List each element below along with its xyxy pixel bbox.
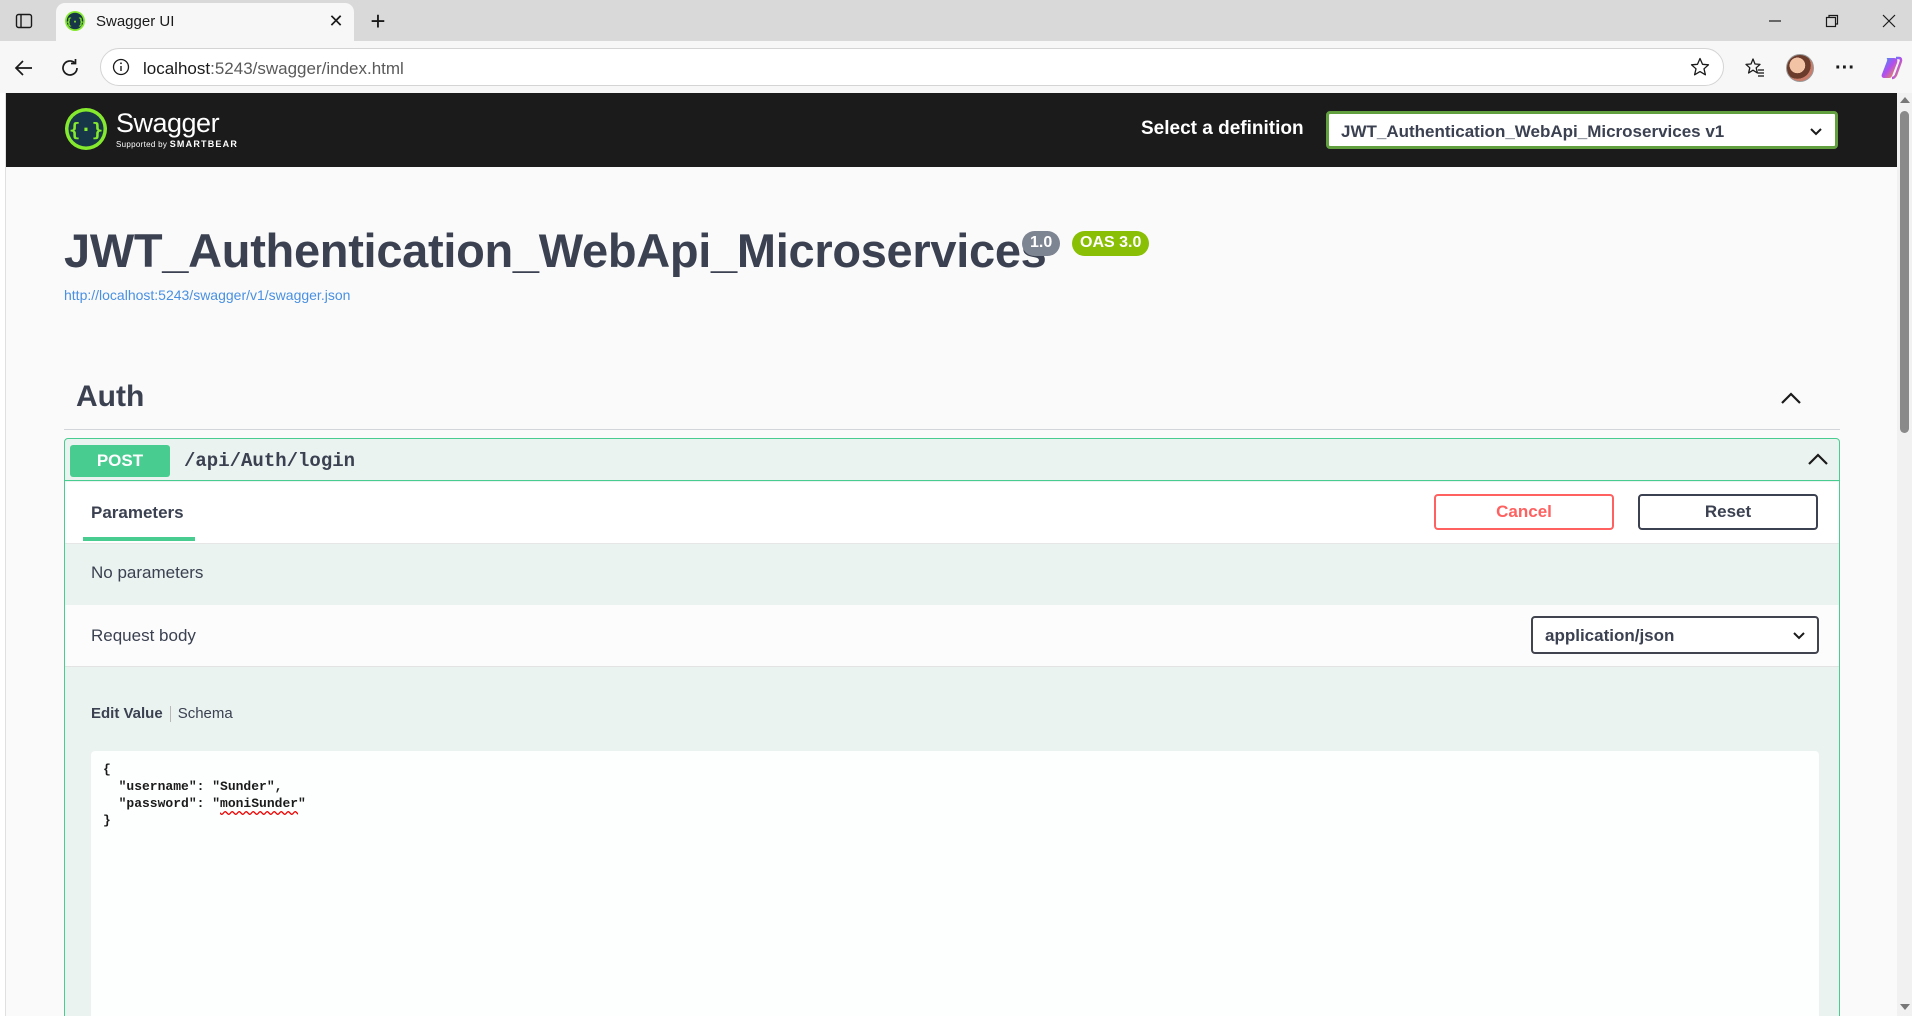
version-badge: 1.0 [1022, 231, 1061, 256]
body-line-open: { [103, 762, 111, 777]
svg-text:{·}: {·} [69, 119, 103, 141]
swagger-logo-sub: Supported by SMARTBEAR [116, 138, 239, 149]
url-bar[interactable]: localhost:5243/swagger/index.html [100, 48, 1724, 86]
request-body-editor[interactable]: { "username": "Sunder", "password": "mon… [91, 751, 1819, 1016]
swagger-logo[interactable]: {·} Swagger Supported by SMARTBEAR [64, 107, 238, 151]
more-options-icon[interactable]: ··· [1830, 53, 1860, 83]
chevron-up-icon[interactable] [1805, 447, 1831, 473]
definition-select-value: JWT_Authentication_WebApi_Microservices … [1341, 122, 1725, 141]
method-badge: POST [70, 445, 170, 477]
swagger-logo-name: Swagger [116, 107, 220, 138]
operation-path: /api/Auth/login [184, 450, 356, 472]
svg-text:{·}: {·} [66, 17, 84, 28]
minimize-icon[interactable] [1762, 8, 1788, 34]
chevron-down-icon [1791, 627, 1807, 643]
swagger-logo-icon: {·} [64, 107, 108, 151]
favorite-star-icon[interactable] [1689, 56, 1711, 78]
tab-active-indicator [83, 537, 195, 541]
content-type-value: application/json [1545, 626, 1675, 645]
swagger-topbar: {·} Swagger Supported by SMARTBEAR Selec… [6, 93, 1898, 167]
tab-edit-value[interactable]: Edit Value [91, 705, 163, 722]
operation-post-login: POST /api/Auth/login Parameters Cancel R… [64, 438, 1840, 1016]
tab-parameters[interactable]: Parameters [91, 503, 184, 523]
restore-icon[interactable] [1819, 8, 1845, 34]
page-viewport: {·} Swagger Supported by SMARTBEAR Selec… [0, 93, 1912, 1016]
scroll-down-icon[interactable] [1900, 1004, 1910, 1010]
tab-schema[interactable]: Schema [178, 705, 233, 722]
definition-select[interactable]: JWT_Authentication_WebApi_Microservices … [1326, 111, 1838, 149]
browser-tab-swagger[interactable]: {·} Swagger UI ✕ [56, 3, 354, 41]
cancel-button[interactable]: Cancel [1434, 494, 1614, 530]
back-icon[interactable] [10, 54, 38, 82]
reset-button[interactable]: Reset [1638, 494, 1818, 530]
swagger-page: {·} Swagger Supported by SMARTBEAR Selec… [5, 93, 1898, 1016]
tab-title: Swagger UI [96, 13, 175, 30]
tab-actions-icon[interactable] [12, 9, 36, 33]
profile-avatar[interactable] [1785, 53, 1815, 83]
url-text: localhost:5243/swagger/index.html [143, 59, 404, 78]
close-window-icon[interactable] [1876, 8, 1902, 34]
tab-separator [169, 705, 171, 722]
content-type-select[interactable]: application/json [1531, 616, 1819, 654]
browser-tab-bar: {·} Swagger UI ✕ + [0, 0, 1912, 41]
tag-auth-title[interactable]: Auth [76, 380, 144, 414]
api-title: JWT_Authentication_WebApi_Microservices [64, 224, 1047, 277]
copilot-icon[interactable] [1876, 53, 1906, 83]
body-line-username: "username": "Sunder", [103, 779, 283, 794]
spec-url-link[interactable]: http://localhost:5243/swagger/v1/swagger… [64, 287, 350, 303]
site-info-icon[interactable] [111, 57, 131, 77]
no-parameters-text: No parameters [91, 563, 204, 582]
body-line-close: } [103, 813, 111, 828]
page-scrollbar[interactable] [1897, 93, 1912, 1016]
swagger-favicon-icon: {·} [64, 10, 86, 32]
request-body-label: Request body [91, 626, 196, 645]
scroll-thumb[interactable] [1900, 111, 1909, 433]
body-view-tabs: Edit Value Schema [91, 705, 233, 722]
chevron-down-icon [1807, 122, 1825, 140]
oas-badge: OAS 3.0 [1072, 231, 1150, 256]
definition-select-label: Select a definition [1141, 118, 1304, 139]
close-tab-icon[interactable]: ✕ [324, 9, 348, 33]
browser-address-bar: localhost:5243/swagger/index.html ··· [0, 41, 1912, 93]
password-value: moniSunder [220, 796, 299, 811]
scroll-up-icon[interactable] [1900, 97, 1910, 103]
new-tab-icon[interactable]: + [364, 6, 392, 36]
favorites-icon[interactable] [1740, 53, 1770, 83]
parameters-header: Parameters Cancel Reset [65, 482, 1839, 544]
body-line-password: "password": "moniSunder" [103, 796, 306, 811]
operation-summary[interactable]: POST /api/Auth/login [65, 439, 1839, 481]
chevron-up-icon[interactable] [1778, 386, 1804, 412]
request-body-header: Request body application/json [65, 605, 1839, 667]
refresh-icon[interactable] [56, 54, 84, 82]
tag-divider [64, 429, 1840, 430]
